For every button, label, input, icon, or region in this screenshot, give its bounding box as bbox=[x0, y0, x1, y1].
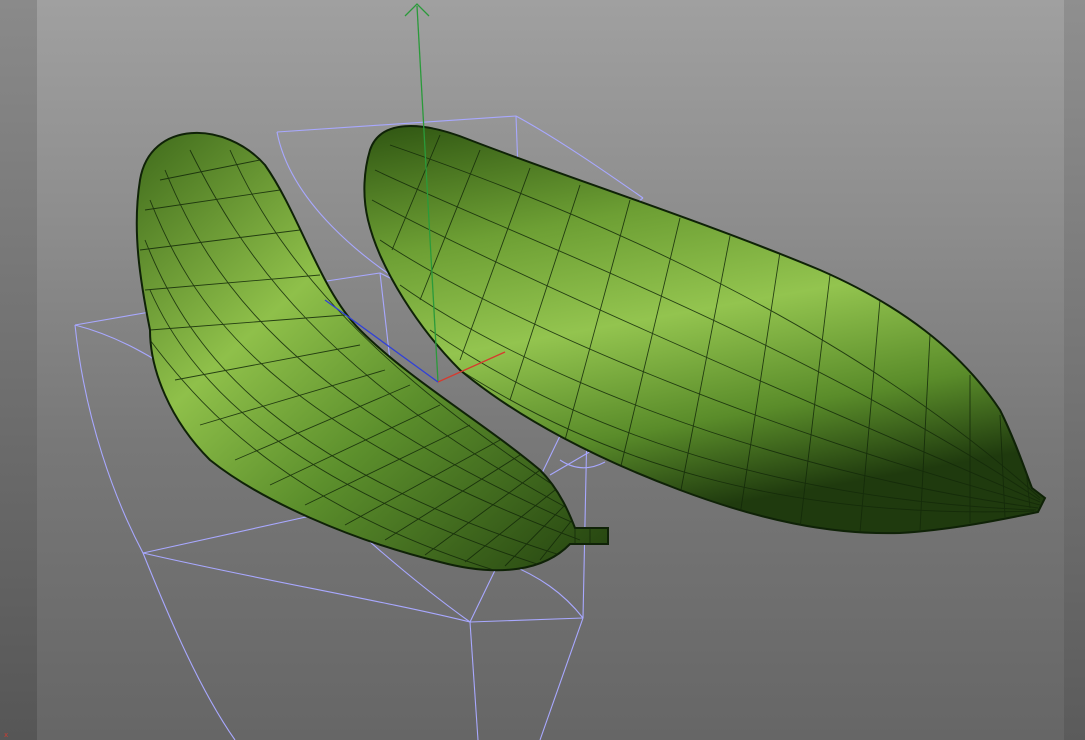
3d-viewport[interactable]: x bbox=[0, 0, 1085, 740]
scene-canvas[interactable] bbox=[0, 0, 1085, 740]
axis-x-indicator-label: x bbox=[4, 731, 9, 739]
corner-axis-indicator: x bbox=[4, 731, 8, 739]
